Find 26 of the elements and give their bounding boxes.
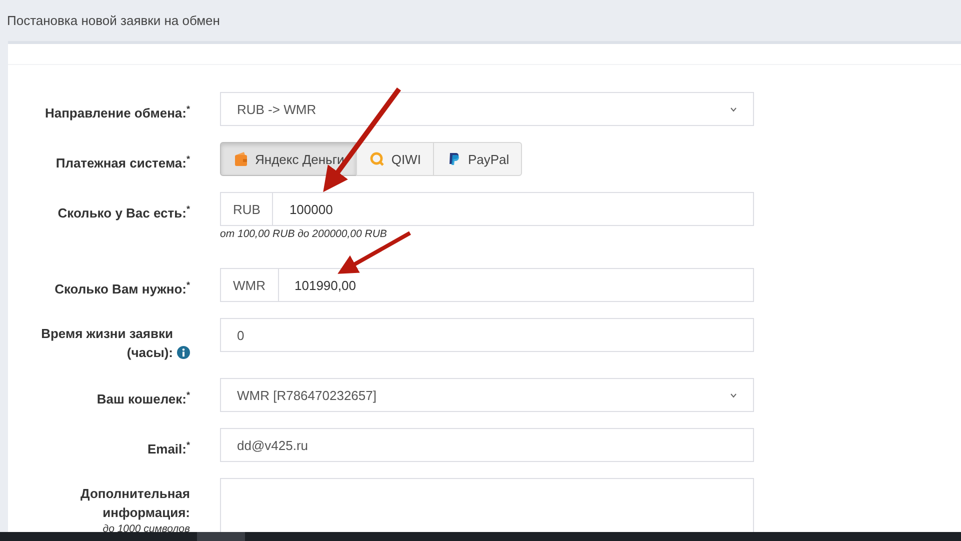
- ring-icon: [369, 151, 386, 167]
- wallet-select[interactable]: WMR [R786470232657]: [220, 378, 754, 412]
- field-label: Платежная система:$^{*}$: [56, 153, 190, 172]
- field-label: Сколько у Вас есть:$^{*}$: [58, 203, 190, 222]
- caret-icon: [730, 392, 737, 398]
- range-hint: от 100,00 RUB до 200000,00 RUB: [220, 227, 388, 242]
- field-hint: до 1000 символов: [102, 522, 190, 536]
- payment-option[interactable]: Яндекс Деньги: [220, 142, 358, 176]
- field-label: Направление обмена:$^{*}$: [44, 103, 190, 122]
- input-field[interactable]: dd@v425.ru: [220, 428, 754, 462]
- wallet-icon: [233, 151, 249, 167]
- taskbar-item[interactable]: [197, 532, 245, 541]
- field-label: Сколько Вам нужно:$^{*}$: [54, 279, 190, 298]
- field-label: Дополнительная информация:: [80, 485, 190, 522]
- field-label: Email:$^{*}$: [147, 439, 190, 458]
- amount-input[interactable]: 101990,00: [278, 268, 754, 302]
- amount-input[interactable]: 100000: [272, 192, 754, 226]
- field-label: Время жизни заявки (часы):: [40, 325, 173, 362]
- caret-icon: [730, 106, 737, 112]
- payment-option[interactable]: QIWI: [356, 142, 434, 176]
- input-field[interactable]: 0: [220, 318, 754, 352]
- field-label: Ваш кошелек:$^{*}$: [96, 389, 190, 408]
- payment-option[interactable]: PayPal: [432, 142, 522, 176]
- text-area[interactable]: [220, 478, 754, 532]
- page-title: Постановка новой заявки на обмен: [7, 13, 220, 28]
- direction-select[interactable]: RUB -> WMR: [220, 92, 754, 126]
